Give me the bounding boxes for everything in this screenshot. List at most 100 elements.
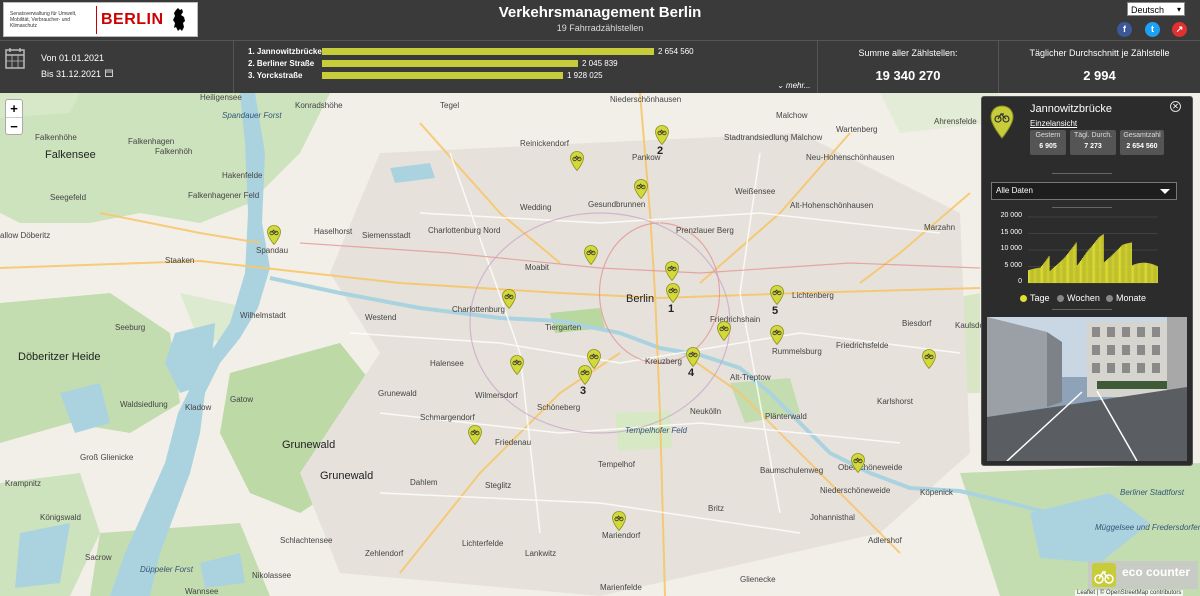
place-label: Wilmersdorf — [475, 391, 518, 400]
place-label: Tempelhofer Feld — [625, 426, 687, 435]
data-range-select[interactable]: Alle Daten — [991, 182, 1177, 200]
place-label: Kladow — [185, 403, 212, 412]
chart-bar — [1135, 263, 1137, 283]
place-label: Zehlendorf — [365, 549, 404, 558]
facebook-icon[interactable]: f — [1117, 22, 1132, 37]
legend-label: Monate — [1116, 293, 1147, 303]
chart-bar — [1035, 268, 1037, 283]
chart-bar — [1039, 267, 1041, 283]
legend-item[interactable]: Tage — [1020, 293, 1050, 303]
map-attribution[interactable]: Leaflet | © OpenStreetMap contributors — [1075, 590, 1184, 596]
chart-bar — [1072, 247, 1074, 283]
ranking-label[interactable]: 1. Jannowitzbrücke — [248, 47, 326, 57]
bike-counter-marker-icon[interactable] — [770, 285, 784, 306]
chart-bar — [1138, 263, 1140, 283]
chevron-down-icon: ▾ — [1176, 5, 1181, 14]
place-label: Spandau — [256, 246, 289, 255]
close-icon[interactable]: ✕ — [1170, 101, 1181, 112]
place-label: Falkenhöhe — [35, 133, 77, 142]
chart-bar — [1147, 262, 1149, 283]
chart-bar — [1116, 249, 1118, 283]
zoom-out-button[interactable]: − — [6, 117, 22, 134]
bike-counter-marker-icon[interactable] — [584, 245, 598, 266]
bike-counter-marker-icon[interactable] — [510, 355, 524, 376]
ranking-bar[interactable] — [322, 72, 563, 79]
bike-counter-marker-icon[interactable] — [686, 347, 700, 368]
chart-bar — [1139, 262, 1141, 283]
bike-counter-marker-icon[interactable] — [717, 321, 731, 342]
chart-bar — [1077, 263, 1079, 283]
chart-bar — [1151, 263, 1153, 283]
place-label: Biesdorf — [902, 319, 932, 328]
place-label: Neukölln — [690, 407, 722, 416]
ranking-label[interactable]: 3. Yorckstraße — [248, 71, 326, 81]
place-label: Mariendorf — [602, 531, 641, 540]
chart-bar — [1084, 255, 1086, 283]
legend-item[interactable]: Monate — [1106, 293, 1146, 303]
bike-counter-marker-icon[interactable] — [770, 325, 784, 346]
place-label: Plänterwald — [765, 412, 807, 421]
counter-photo[interactable] — [987, 317, 1187, 461]
bike-counter-marker-icon[interactable] — [267, 225, 281, 246]
chart-bar — [1085, 253, 1087, 283]
chart-bar — [1073, 245, 1075, 283]
bike-counter-marker-icon[interactable] — [922, 349, 936, 370]
bike-counter-marker-icon[interactable] — [665, 261, 679, 282]
date-from[interactable]: Von 01.01.2021 — [41, 53, 104, 63]
place-label: Stadtrandsiedlung Malchow — [724, 133, 823, 142]
share-icon[interactable]: ↗ — [1172, 22, 1187, 37]
ranking-label[interactable]: 2. Berliner Straße — [248, 59, 326, 69]
date-to[interactable]: Bis 31.12.2021 — [41, 69, 101, 79]
place-label: Siemensstadt — [362, 231, 411, 240]
legend-item[interactable]: Wochen — [1057, 293, 1100, 303]
bike-counter-marker-icon[interactable] — [578, 365, 592, 386]
chart-bar — [1145, 262, 1146, 283]
bike-counter-marker-icon[interactable] — [655, 125, 669, 146]
ranking-bar[interactable] — [322, 48, 654, 55]
chart-bar — [1093, 244, 1094, 283]
place-label: Seeburg — [115, 323, 146, 332]
chart-bar — [1148, 263, 1150, 283]
place-label: Staaken — [165, 256, 195, 265]
calendar-small-icon[interactable] — [105, 69, 113, 77]
single-view-link[interactable]: Einzelansicht — [1030, 119, 1077, 128]
chart-bar — [1057, 264, 1059, 283]
bike-counter-marker-icon[interactable] — [851, 453, 865, 474]
place-label: Königswald — [40, 513, 81, 522]
language-select[interactable]: Deutsch ▾ — [1127, 2, 1185, 16]
marker-rank: 5 — [772, 305, 779, 317]
place-label: Falkenhagen — [128, 137, 175, 146]
chart-bar — [1133, 264, 1135, 283]
bike-counter-marker-icon[interactable] — [570, 151, 584, 172]
chart-bar — [1127, 243, 1129, 283]
zoom-control: + − — [5, 99, 23, 135]
eco-counter-logo[interactable]: eco counter — [1088, 561, 1198, 589]
place-label: Prenzlauer Berg — [676, 226, 734, 235]
marker-rank: 3 — [580, 385, 587, 397]
calendar-icon[interactable] — [5, 47, 25, 69]
chart-bar — [1042, 264, 1044, 283]
ranking-bar[interactable] — [322, 60, 578, 67]
bike-counter-marker-icon[interactable] — [468, 425, 482, 446]
place-label: Neu-Hohenschönhausen — [806, 153, 895, 162]
chart-bar — [1112, 254, 1114, 283]
twitter-icon[interactable]: t — [1145, 22, 1160, 37]
more-link[interactable]: ⌄ mehr... — [777, 81, 811, 90]
divider — [233, 41, 234, 94]
marker-rank: 2 — [657, 145, 664, 157]
bike-counter-marker-icon[interactable] — [502, 289, 516, 310]
chart-bar — [1054, 266, 1055, 283]
page-title: Verkehrsmanagement Berlin — [498, 4, 702, 21]
chevron-down-icon — [1160, 189, 1170, 194]
chart-bar — [1082, 258, 1084, 283]
marker-rank: 4 — [688, 367, 695, 379]
bike-counter-marker-icon[interactable] — [634, 179, 648, 200]
chart-bar — [1030, 269, 1032, 283]
bike-counter-marker-icon[interactable] — [612, 511, 626, 532]
chart-bar — [1055, 265, 1057, 283]
chart-bar — [1043, 263, 1045, 283]
zoom-in-button[interactable]: + — [6, 100, 22, 117]
bike-counter-marker-icon[interactable] — [666, 283, 680, 304]
chart-bar — [1153, 264, 1155, 283]
berlin-logo[interactable]: Senatsverwaltung für Umwelt, Mobilität, … — [3, 2, 198, 37]
